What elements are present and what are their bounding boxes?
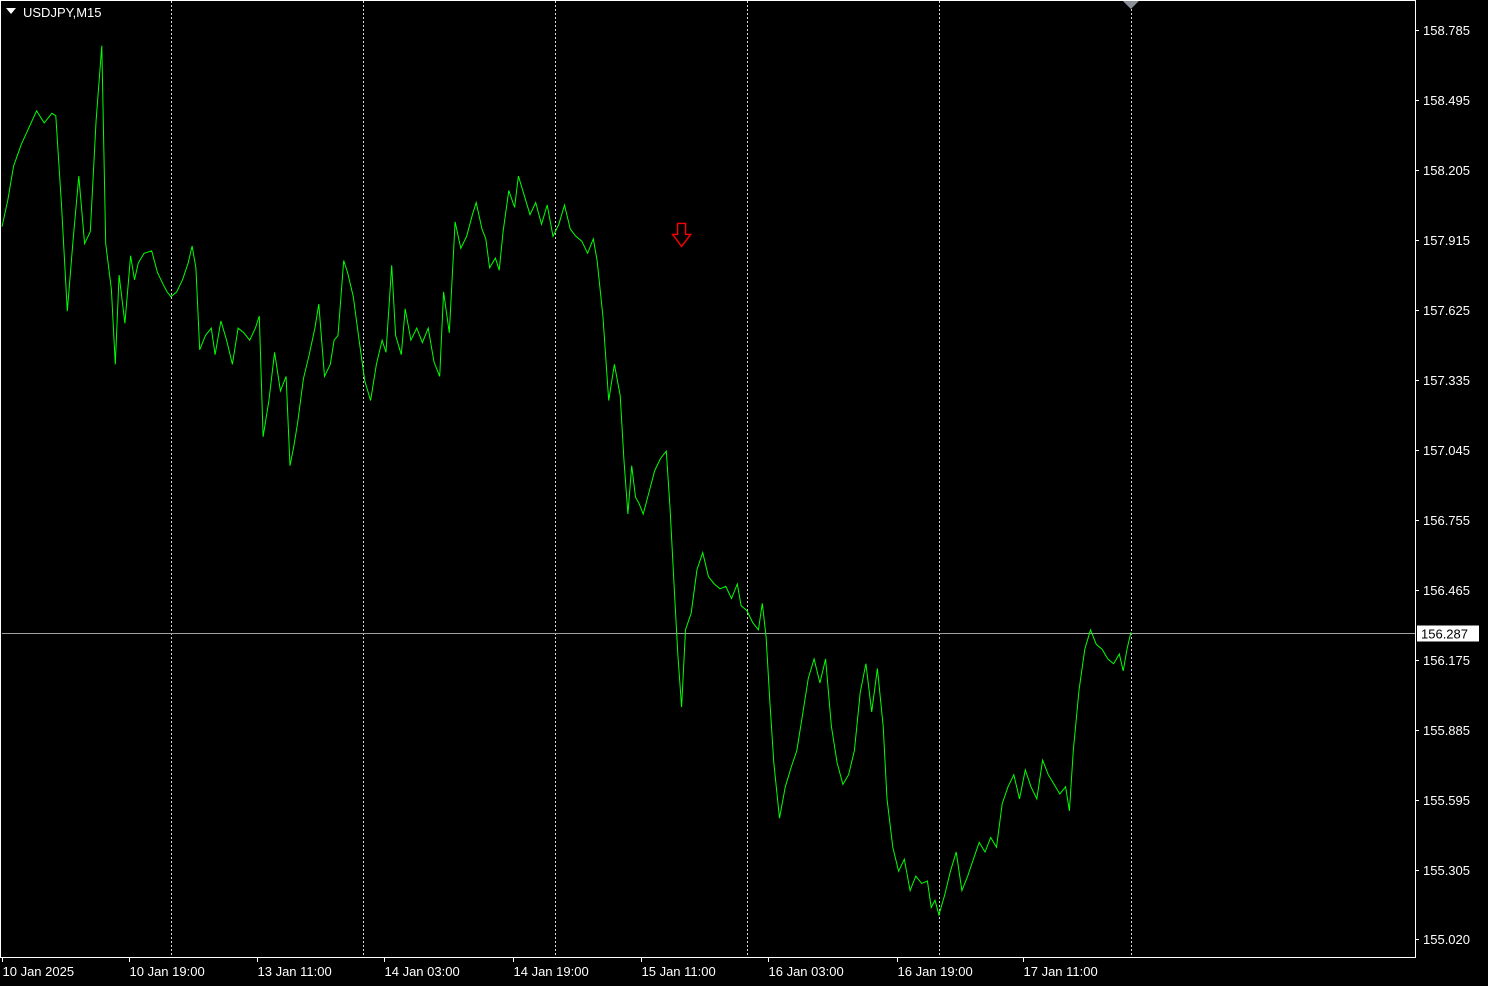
x-tick-label: 17 Jan 11:00 bbox=[1024, 964, 1098, 979]
y-tick-label: 158.205 bbox=[1423, 163, 1470, 178]
x-tick-label: 15 Jan 11:00 bbox=[642, 964, 716, 979]
x-tick-label: 10 Jan 19:00 bbox=[130, 964, 205, 979]
y-tick-label: 157.625 bbox=[1423, 303, 1470, 318]
x-tick-label: 14 Jan 03:00 bbox=[385, 964, 460, 979]
y-tick-label: 157.915 bbox=[1423, 233, 1470, 248]
chart-background bbox=[0, 0, 1488, 986]
y-tick-label: 156.175 bbox=[1423, 653, 1470, 668]
y-tick-label: 155.305 bbox=[1423, 863, 1470, 878]
y-tick-label: 155.595 bbox=[1423, 793, 1470, 808]
y-tick-label: 156.465 bbox=[1423, 583, 1470, 598]
y-tick-label: 157.045 bbox=[1423, 443, 1470, 458]
x-tick-label: 10 Jan 2025 bbox=[3, 964, 75, 979]
x-tick-label: 16 Jan 03:00 bbox=[769, 964, 844, 979]
x-tick-label: 16 Jan 19:00 bbox=[898, 964, 973, 979]
x-tick-label: 13 Jan 11:00 bbox=[258, 964, 332, 979]
y-tick-label: 155.020 bbox=[1423, 932, 1470, 947]
y-tick-label: 158.495 bbox=[1423, 93, 1470, 108]
y-tick-label: 156.755 bbox=[1423, 513, 1470, 528]
price-chart-svg[interactable]: 158.785 158.495 158.205 157.915 157.625 157.3… bbox=[0, 0, 1488, 986]
current-price-tag: 156.287 bbox=[1417, 625, 1479, 642]
y-tick-label: 155.885 bbox=[1423, 723, 1470, 738]
y-tick-label: 157.335 bbox=[1423, 373, 1470, 388]
x-tick-label: 14 Jan 19:00 bbox=[514, 964, 589, 979]
y-tick-label: 158.785 bbox=[1423, 23, 1470, 38]
current-price-tag-text: 156.287 bbox=[1421, 627, 1468, 642]
symbol-label: USDJPY,M15 bbox=[23, 5, 102, 20]
trading-chart[interactable]: 158.785 158.495 158.205 157.915 157.625 157.3… bbox=[0, 0, 1488, 986]
